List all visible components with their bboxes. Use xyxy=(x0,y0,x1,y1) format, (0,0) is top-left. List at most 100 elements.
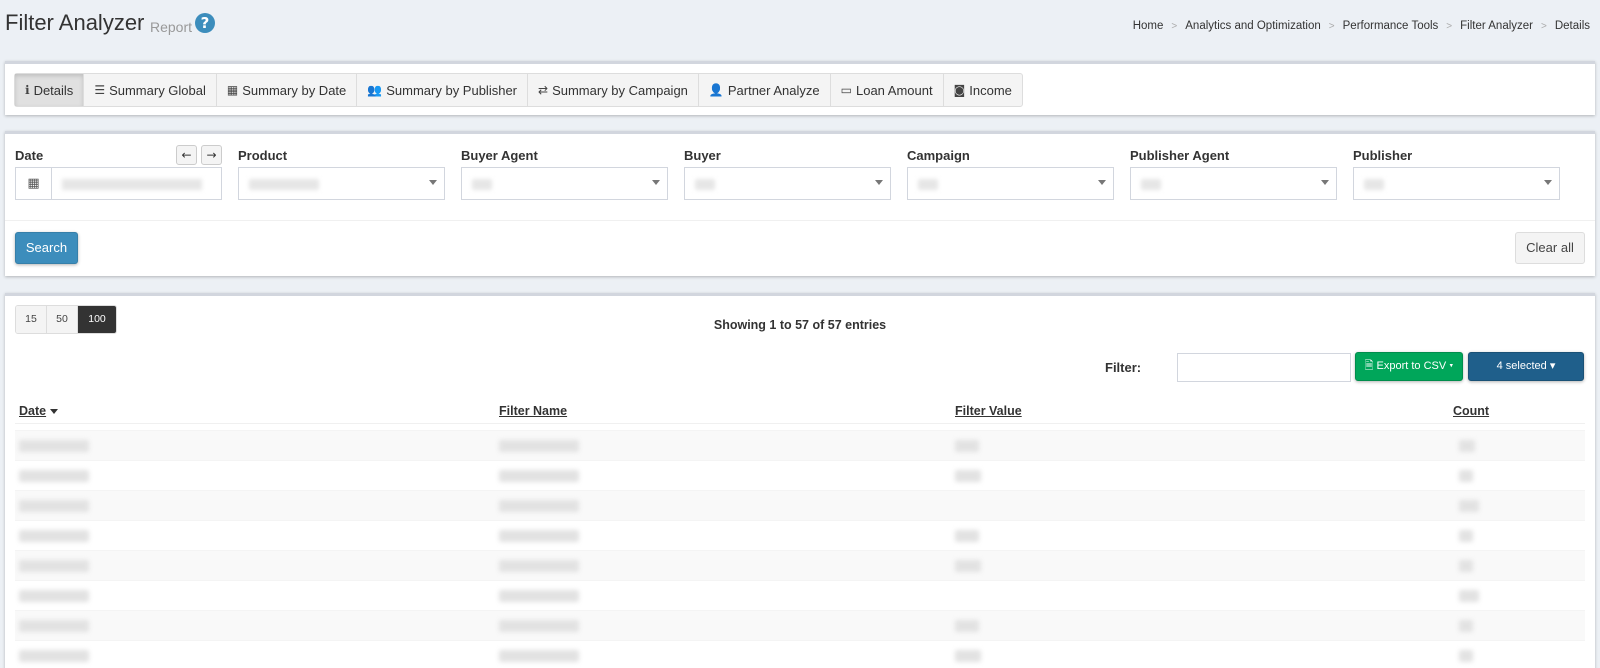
redacted-cell xyxy=(19,560,89,572)
caret-down-icon xyxy=(875,180,883,185)
redacted-cell xyxy=(499,440,579,452)
redacted-cell xyxy=(955,440,979,452)
product-select[interactable] xyxy=(238,167,445,200)
divider xyxy=(5,220,1595,221)
redacted-cell xyxy=(1459,620,1473,632)
redacted-cell xyxy=(19,620,89,632)
caret-down-icon xyxy=(1321,180,1329,185)
credit-card-icon: ▭ xyxy=(840,83,852,97)
breadcrumb: Home > Analytics and Optimization > Perf… xyxy=(1133,20,1590,32)
tab-summary-by-date[interactable]: ▦ Summary by Date xyxy=(217,74,358,106)
redacted-value xyxy=(249,179,319,190)
publisher-agent-select[interactable] xyxy=(1130,167,1337,200)
selected-label: 4 selected xyxy=(1496,360,1547,372)
sort-desc-icon xyxy=(50,409,59,415)
report-tabs-panel: ℹ Details ☰ Summary Global ▦ Summary by Dat… xyxy=(5,61,1595,115)
redacted-cell xyxy=(955,560,981,572)
export-csv-button[interactable]: 🗎 Export to CSV ▾ xyxy=(1355,352,1463,381)
table-row xyxy=(15,640,1585,668)
search-button[interactable]: Search xyxy=(15,232,78,264)
column-select-button[interactable]: 4 selected ▾ xyxy=(1468,352,1584,381)
list-icon: ☰ xyxy=(94,83,106,97)
tab-label: Details xyxy=(33,82,74,98)
breadcrumb-filter-analyzer[interactable]: Filter Analyzer xyxy=(1460,20,1533,32)
caret-down-icon xyxy=(1098,180,1106,185)
next-date-button[interactable]: → xyxy=(201,145,222,165)
redacted-cell xyxy=(19,530,89,542)
caret-down-icon xyxy=(429,180,437,185)
tab-summary-by-publisher[interactable]: 👥 Summary by Publisher xyxy=(357,74,529,106)
breadcrumb-performance-tools[interactable]: Performance Tools xyxy=(1343,20,1439,32)
breadcrumb-separator: > xyxy=(1541,20,1547,32)
buyer-agent-label: Buyer Agent xyxy=(461,148,538,163)
column-header-label: Filter Name xyxy=(499,404,568,418)
redacted-cell xyxy=(19,590,89,602)
redacted-value xyxy=(695,179,715,190)
clear-all-button[interactable]: Clear all xyxy=(1515,232,1585,264)
page-header: Filter Analyzer Report ? Home > Analytic… xyxy=(0,0,1600,56)
redacted-cell xyxy=(1459,500,1479,512)
redacted-value xyxy=(1364,179,1384,190)
date-range-field[interactable]: ▦ xyxy=(15,167,222,200)
column-header-label: Date xyxy=(19,404,47,418)
redacted-cell xyxy=(1459,650,1473,662)
column-header-date[interactable]: Date xyxy=(19,404,59,418)
filter-input[interactable] xyxy=(1177,353,1351,382)
tab-label: Loan Amount xyxy=(855,82,933,98)
tab-summary-global[interactable]: ☰ Summary Global xyxy=(84,74,217,106)
buyer-label: Buyer xyxy=(684,148,721,163)
export-label: Export to CSV xyxy=(1376,360,1447,372)
file-excel-icon: 🗎 xyxy=(1364,360,1374,372)
page-subtitle: Report xyxy=(150,19,193,35)
redacted-cell xyxy=(499,470,579,482)
date-range-input[interactable] xyxy=(52,168,221,199)
date-label: Date xyxy=(15,148,44,163)
filters-panel: Date ← → ▦ Product Buyer Agent Buyer Cam… xyxy=(5,131,1595,276)
redacted-cell xyxy=(19,650,89,662)
redacted-cell xyxy=(19,500,89,512)
redacted-cell xyxy=(499,620,579,632)
tab-income[interactable]: ◙ Income xyxy=(944,74,1022,106)
tab-details[interactable]: ℹ Details xyxy=(15,74,85,106)
table-row xyxy=(15,430,1585,460)
campaign-label: Campaign xyxy=(907,148,970,163)
redacted-cell xyxy=(499,650,579,662)
redacted-cell xyxy=(1459,470,1473,482)
redacted-cell xyxy=(1459,530,1473,542)
column-header-filter-value[interactable]: Filter Value xyxy=(955,404,1022,418)
product-label: Product xyxy=(238,148,288,163)
tab-summary-by-campaign[interactable]: ⇄ Summary by Campaign xyxy=(528,74,699,106)
redacted-cell xyxy=(1459,560,1473,572)
campaign-select[interactable] xyxy=(907,167,1114,200)
publisher-select[interactable] xyxy=(1353,167,1560,200)
redacted-cell xyxy=(499,590,579,602)
column-header-filter-name[interactable]: Filter Name xyxy=(499,404,567,418)
tab-label: Summary by Campaign xyxy=(552,82,688,98)
tab-loan-amount[interactable]: ▭ Loan Amount xyxy=(831,74,944,106)
redacted-cell xyxy=(955,620,979,632)
filter-label: Filter: xyxy=(1105,360,1142,375)
publisher-label: Publisher xyxy=(1353,148,1413,163)
info-icon: ℹ xyxy=(25,83,30,97)
caret-down-icon xyxy=(652,180,660,185)
column-header-count[interactable]: Count xyxy=(1453,404,1489,418)
table-row xyxy=(15,610,1585,640)
tab-label: Summary Global xyxy=(109,82,206,98)
user-icon: 👤 xyxy=(708,83,724,97)
column-header-label: Count xyxy=(1453,404,1490,418)
redacted-value xyxy=(918,179,938,190)
tab-label: Partner Analyze xyxy=(727,82,820,98)
users-icon: 👥 xyxy=(367,83,383,97)
buyer-select[interactable] xyxy=(684,167,891,200)
redacted-cell xyxy=(19,440,89,452)
caret-down-icon xyxy=(1544,180,1552,185)
tab-partner-analyze[interactable]: 👤 Partner Analyze xyxy=(699,74,831,106)
help-icon[interactable]: ? xyxy=(195,13,215,33)
breadcrumb-home[interactable]: Home xyxy=(1133,20,1164,32)
buyer-agent-select[interactable] xyxy=(461,167,668,200)
money-icon: ◙ xyxy=(953,83,966,97)
table-row xyxy=(15,520,1585,550)
breadcrumb-analytics[interactable]: Analytics and Optimization xyxy=(1185,20,1321,32)
prev-date-button[interactable]: ← xyxy=(176,145,197,165)
redacted-value xyxy=(472,179,492,190)
